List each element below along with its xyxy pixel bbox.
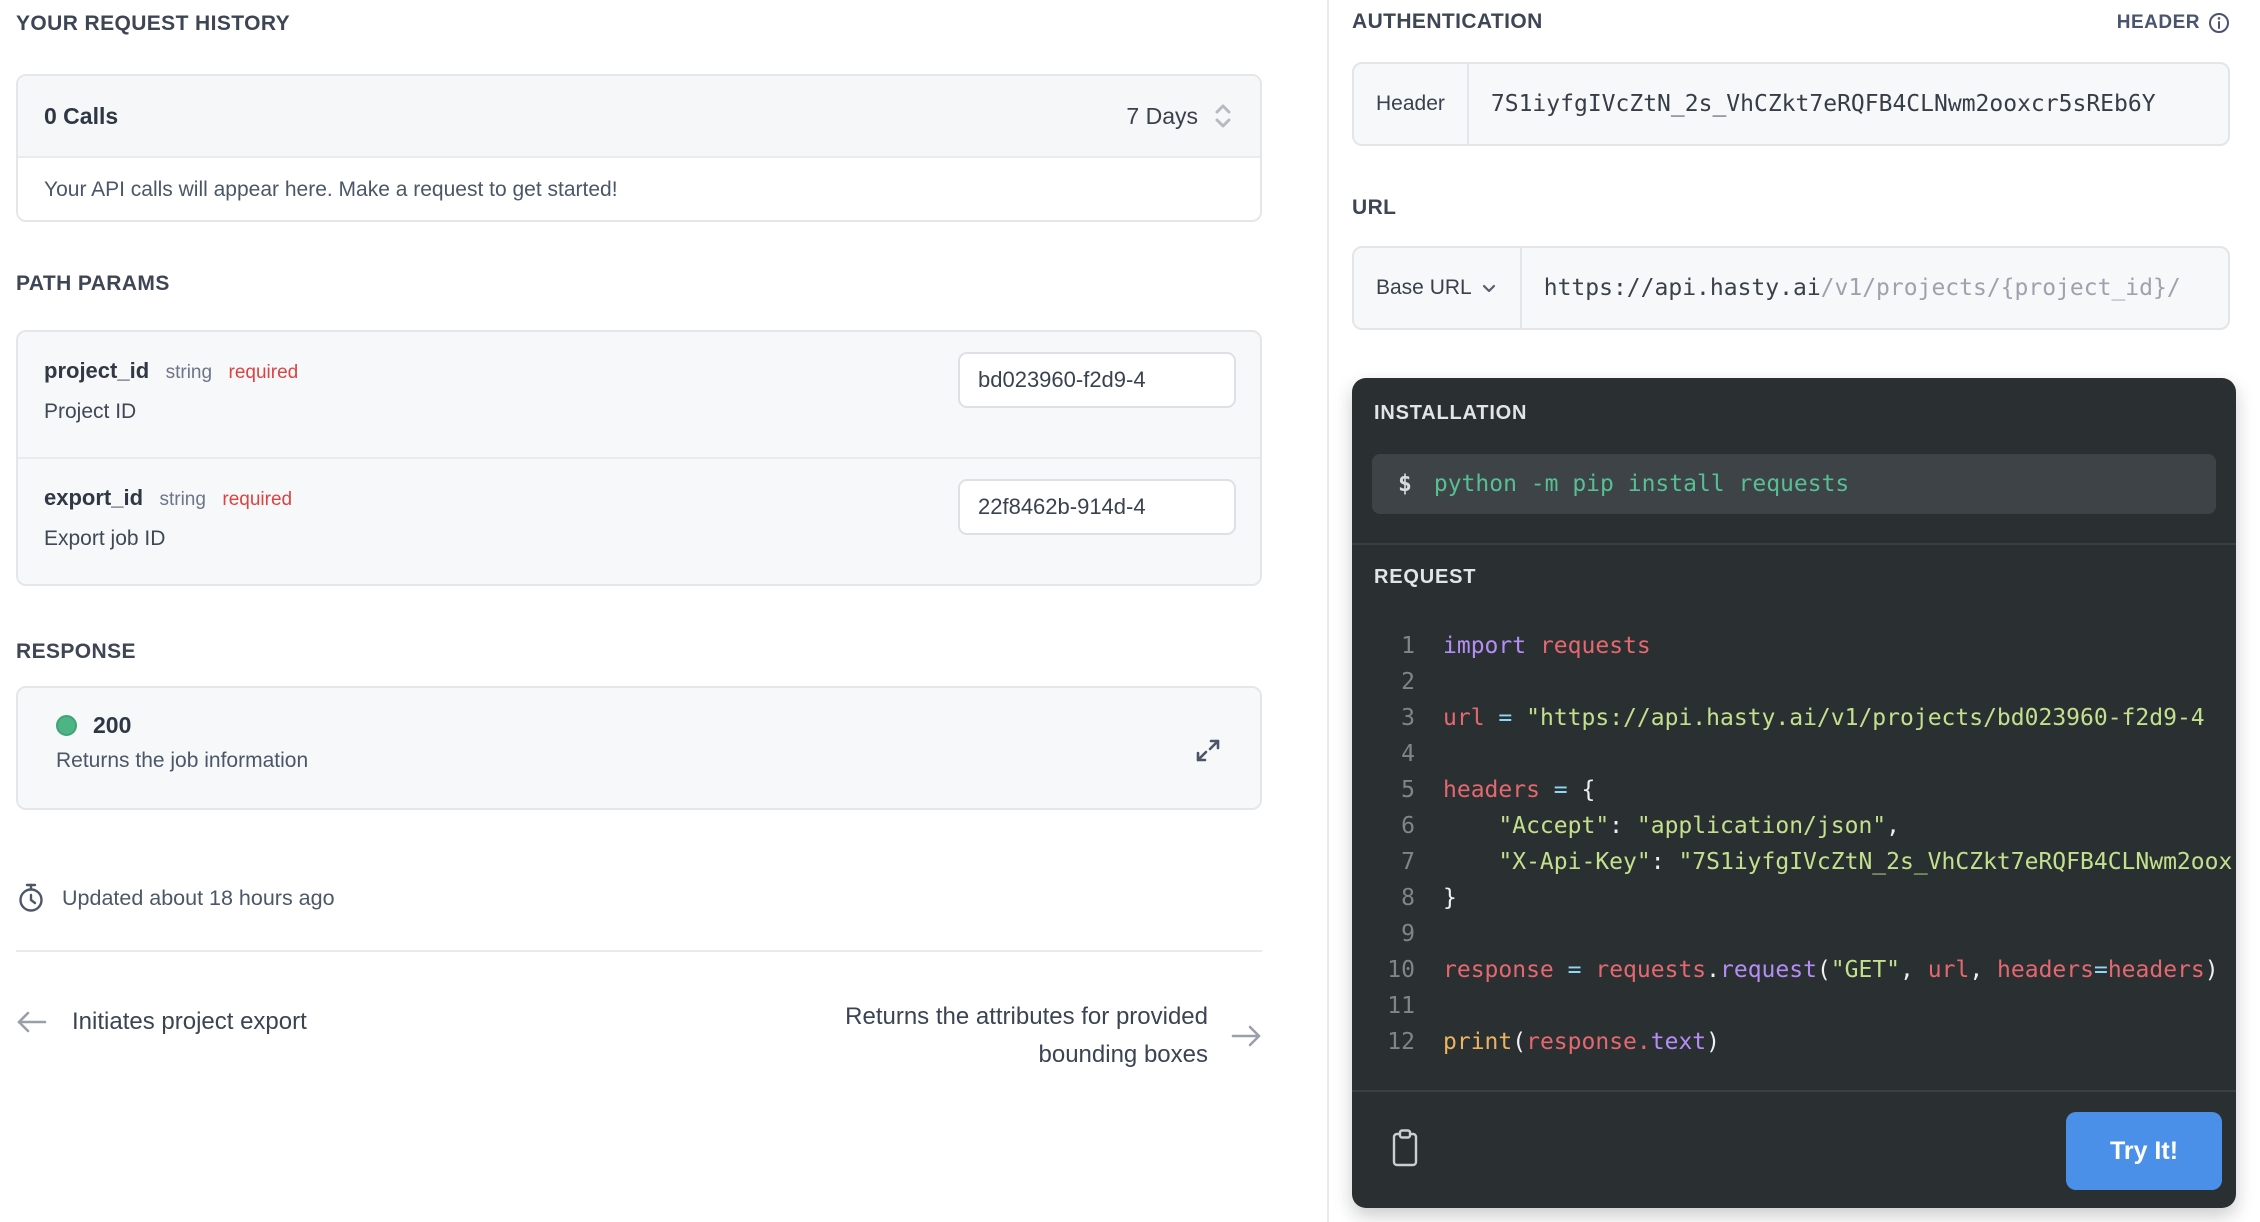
column-divider (1327, 0, 1329, 1222)
chevron-down-icon (1480, 279, 1498, 297)
code-line: 1 import requests (1401, 633, 1651, 659)
code-line: 11 (1387, 993, 1415, 1019)
next-page-label: Returns the attributes for provided boun… (845, 1003, 1208, 1068)
auth-header-box: Header 7S1iyfgIVcZtN_2s_VhCZkt7eRQFB4CLN… (1352, 62, 2230, 146)
code-line: 5 headers = { (1401, 777, 1596, 803)
panel-divider (1352, 543, 2236, 545)
prev-page-link[interactable]: Initiates project export (16, 1008, 307, 1036)
install-command-box[interactable]: $ python -m pip install requests (1372, 454, 2216, 514)
request-history-title: YOUR REQUEST HISTORY (16, 12, 291, 35)
updated-row: Updated about 18 hours ago (16, 882, 335, 914)
param-name: project_id (44, 358, 150, 383)
code-block: 1 import requests 2 3 url = "https://api.has… (1352, 628, 2236, 1060)
clipboard-icon[interactable] (1390, 1128, 1420, 1168)
code-line: 7 "X-Api-Key": "7S1iyfgIVcZtN_2s_VhCZkt7… (1401, 849, 2233, 875)
endpoint-path: /v1/projects/{project_id}/ (1820, 275, 2181, 301)
code-line: 9 (1401, 921, 1415, 947)
auth-field-label: Header (1354, 64, 1469, 144)
response-title: RESPONSE (16, 640, 136, 663)
sort-chevrons-icon (1212, 103, 1234, 129)
response-box: 200 Returns the job information (16, 686, 1262, 810)
installation-title: INSTALLATION (1374, 402, 1528, 424)
param-row-export-id: export_id string required Export job ID (18, 459, 1260, 584)
param-row-project-id: project_id string required Project ID (18, 332, 1260, 459)
api-key-input[interactable]: 7S1iyfgIVcZtN_2s_VhCZkt7eRQFB4CLNwm2ooxc… (1469, 64, 2228, 144)
export-id-input[interactable] (958, 479, 1236, 535)
url-title: URL (1352, 196, 1397, 219)
param-type: string (165, 362, 213, 383)
prev-page-label: Initiates project export (72, 1008, 307, 1035)
status-dot (56, 715, 77, 736)
param-name: export_id (44, 485, 144, 510)
updated-text: Updated about 18 hours ago (62, 885, 335, 910)
code-line: 12 print(response.text) (1387, 1029, 1720, 1055)
calls-count: 0 Calls (44, 102, 119, 129)
request-title: REQUEST (1374, 566, 1477, 588)
expand-icon[interactable] (1190, 732, 1226, 768)
status-code: 200 (93, 712, 132, 738)
auth-type: HEADER (2117, 12, 2230, 34)
install-command: python -m pip install requests (1433, 471, 1850, 497)
request-history-box: 0 Calls 7 Days Your API calls will appea… (16, 74, 1262, 222)
param-required-badge: required (228, 362, 299, 383)
path-params-title: PATH PARAMS (16, 272, 170, 295)
project-id-input[interactable] (958, 352, 1236, 408)
try-it-sidebar: AUTHENTICATION HEADER Header 7S1iyfgIVcZ… (1352, 0, 2236, 1222)
right-arrow-icon (1230, 1024, 1262, 1048)
endpoint-base: https://api.hasty.ai (1543, 275, 1821, 301)
footer-divider (16, 950, 1262, 952)
shell-prompt: $ (1398, 471, 1412, 497)
base-url-select[interactable]: Base URL (1354, 248, 1522, 328)
left-arrow-icon (16, 1010, 48, 1034)
period-select[interactable]: 7 Days (1126, 103, 1234, 130)
request-history-header: 0 Calls 7 Days (18, 76, 1260, 158)
try-it-button[interactable]: Try It! (2066, 1112, 2222, 1190)
clock-icon (16, 882, 46, 914)
code-line: 8} (1401, 885, 1457, 911)
code-line: 4 (1401, 741, 1415, 767)
url-box: Base URL https://api.hasty.ai/v1/project… (1352, 246, 2230, 330)
param-type: string (159, 489, 206, 510)
authentication-title: AUTHENTICATION (1352, 10, 1543, 33)
base-url-label: Base URL (1376, 276, 1472, 299)
code-line: 2 (1401, 669, 1415, 695)
auth-type-label: HEADER (2116, 12, 2200, 33)
api-reference-page: YOUR REQUEST HISTORY 0 Calls 7 Days Your… (0, 0, 2260, 1222)
param-required-badge: required (222, 489, 293, 510)
endpoint-url: https://api.hasty.ai/v1/projects/{projec… (1522, 248, 2228, 328)
request-history-empty-message: Your API calls will appear here. Make a … (18, 158, 1260, 220)
code-line: 6 "Accept": "application/json", (1401, 813, 1900, 839)
code-line: 3 url = "https://api.hasty.ai/v1/projects… (1401, 705, 2205, 731)
info-icon[interactable] (2208, 12, 2230, 34)
code-line: 10 response = requests.request("GET", url… (1387, 957, 2219, 983)
panel-footer: Try It! (1352, 1090, 2236, 1208)
code-panel: INSTALLATION $ python -m pip install req… (1352, 378, 2236, 1208)
response-description: Returns the job information (56, 749, 309, 772)
period-value: 7 Days (1126, 102, 1198, 129)
path-params-box: project_id string required Project ID ex… (16, 330, 1262, 586)
next-page-link[interactable]: Returns the attributes for provided boun… (830, 998, 1262, 1074)
